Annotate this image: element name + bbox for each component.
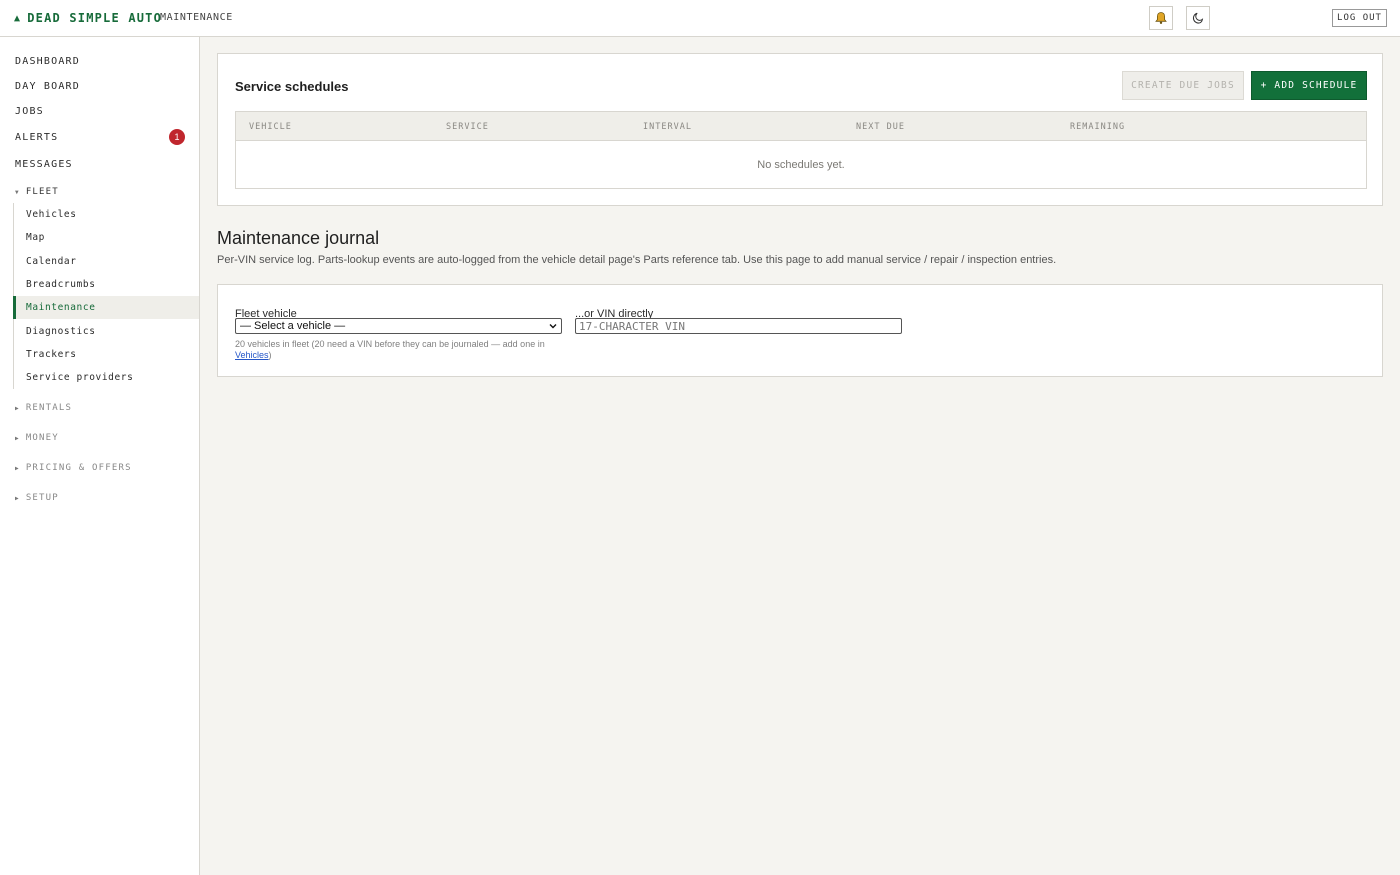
page-title: Maintenance journal [217, 228, 380, 248]
sidebar-item-label: MESSAGES [15, 159, 73, 170]
sidebar-group-label: MONEY [25, 433, 59, 443]
vin-placeholder: 17-CHARACTER VIN [579, 319, 685, 333]
sidebar-item-maintenance[interactable]: Maintenance [13, 296, 199, 320]
sidebar-group-pricing-offers[interactable]: ▶ PRICING & OFFERS [15, 463, 132, 473]
create-due-jobs-button[interactable]: CREATE DUE JOBS [1122, 71, 1244, 100]
theme-toggle-button[interactable] [1186, 6, 1210, 30]
vehicles-link[interactable]: Vehicles [235, 350, 269, 360]
help-suffix: ) [268, 349, 272, 360]
column-header-service[interactable]: SERVICE [446, 122, 489, 132]
chevron-down-icon: ▼ [15, 188, 20, 196]
notifications-button[interactable] [1149, 6, 1173, 30]
sidebar-item-diagnostics[interactable]: Diagnostics [14, 319, 199, 342]
schedules-table: VEHICLE SERVICE INTERVAL NEXT DUE REMAIN… [235, 111, 1367, 189]
column-header-vehicle[interactable]: VEHICLE [249, 122, 292, 132]
sidebar-main-nav: DASHBOARD DAY BOARD JOBS ALERTS 1 MESSAG… [0, 49, 199, 178]
sidebar-item-vehicles[interactable]: Vehicles [14, 203, 199, 226]
add-schedule-button[interactable]: + ADD SCHEDULE [1251, 71, 1367, 100]
sidebar-item-breadcrumbs[interactable]: Breadcrumbs [14, 273, 199, 296]
logout-button[interactable]: LOG OUT [1332, 9, 1387, 27]
sidebar-item-service-providers[interactable]: Service providers [14, 366, 199, 389]
sidebar-group-rentals[interactable]: ▶ RENTALS [15, 403, 72, 413]
column-header-next-due[interactable]: NEXT DUE [856, 122, 905, 132]
sidebar-item-map[interactable]: Map [14, 226, 199, 249]
chevron-right-icon: ▶ [15, 464, 20, 472]
fleet-sub-nav: Vehicles Map Calendar Breadcrumbs Mainte… [13, 203, 199, 390]
moon-icon [1193, 12, 1204, 24]
brand-name: DEAD SIMPLE AUTO [27, 11, 163, 25]
sidebar-group-money[interactable]: ▶ MONEY [15, 433, 59, 443]
chevron-right-icon: ▶ [15, 434, 20, 442]
sidebar-item-jobs[interactable]: JOBS [0, 99, 199, 124]
sidebar-group-label: FLEET [25, 187, 59, 197]
chevron-right-icon: ▶ [15, 494, 20, 502]
column-header-interval[interactable]: INTERVAL [643, 122, 692, 132]
journal-vehicle-card: Fleet vehicle — Select a vehicle — 20 ve… [217, 284, 1383, 377]
sidebar-item-label: DASHBOARD [15, 56, 80, 67]
top-bar: ▲ DEAD SIMPLE AUTO MAINTENANCE LOG OUT [0, 0, 1400, 37]
sidebar-group-label: SETUP [25, 493, 59, 503]
sidebar-item-label: DAY BOARD [15, 81, 80, 92]
select-value: — Select a vehicle — [240, 320, 346, 332]
alerts-count-badge: 1 [169, 129, 185, 145]
fleet-vehicle-select[interactable]: — Select a vehicle — [235, 318, 562, 334]
sidebar-item-trackers[interactable]: Trackers [14, 343, 199, 366]
page-description: Per-VIN service log. Parts-lookup events… [217, 254, 1057, 266]
help-text: 20 vehicles in fleet (20 need a VIN befo… [235, 339, 545, 349]
chevron-down-icon [549, 324, 557, 329]
logo-icon: ▲ [14, 12, 22, 24]
service-schedules-card: Service schedules CREATE DUE JOBS + ADD … [217, 53, 1383, 206]
sidebar-item-label: JOBS [15, 106, 44, 117]
brand[interactable]: ▲ DEAD SIMPLE AUTO [14, 11, 162, 25]
vehicle-help-text: 20 vehicles in fleet (20 need a VIN befo… [235, 339, 555, 360]
column-header-remaining[interactable]: REMAINING [1070, 122, 1125, 132]
sidebar: DASHBOARD DAY BOARD JOBS ALERTS 1 MESSAG… [0, 37, 200, 875]
section-title: Service schedules [235, 79, 349, 94]
sidebar-item-day-board[interactable]: DAY BOARD [0, 74, 199, 99]
sidebar-group-fleet[interactable]: ▼ FLEET [15, 187, 59, 197]
sidebar-group-setup[interactable]: ▶ SETUP [15, 493, 59, 503]
vin-input[interactable]: 17-CHARACTER VIN [575, 318, 902, 334]
sidebar-group-label: RENTALS [25, 403, 73, 413]
sidebar-item-messages[interactable]: MESSAGES [0, 151, 199, 178]
breadcrumb: MAINTENANCE [160, 12, 233, 23]
chevron-right-icon: ▶ [15, 404, 20, 412]
sidebar-item-calendar[interactable]: Calendar [14, 250, 199, 273]
sidebar-item-dashboard[interactable]: DASHBOARD [0, 49, 199, 74]
sidebar-group-label: PRICING & OFFERS [25, 463, 132, 473]
sidebar-item-alerts[interactable]: ALERTS 1 [0, 124, 199, 151]
bell-icon [1155, 12, 1167, 24]
table-header: VEHICLE SERVICE INTERVAL NEXT DUE REMAIN… [236, 112, 1366, 141]
sidebar-item-label: ALERTS [15, 132, 59, 143]
empty-state: No schedules yet. [757, 158, 845, 171]
